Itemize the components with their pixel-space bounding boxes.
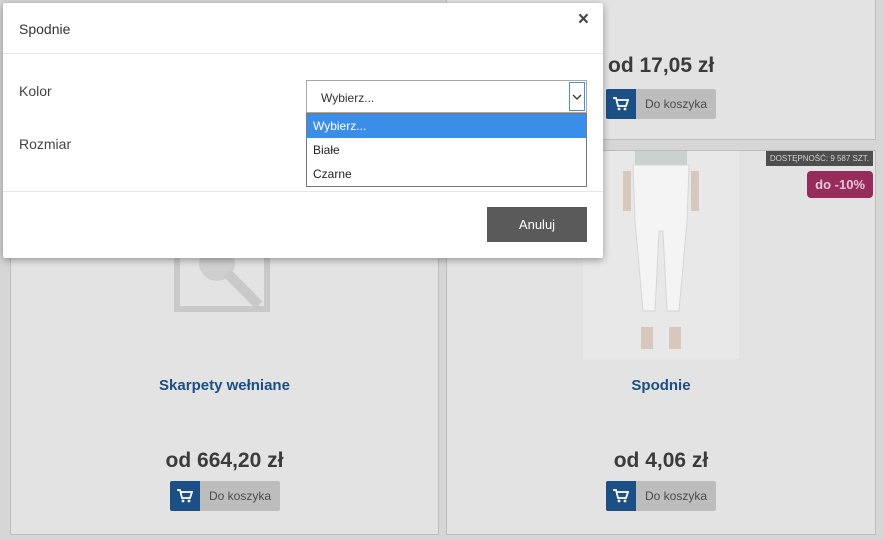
color-label: Kolor — [19, 83, 52, 99]
dropdown-option[interactable]: Wybierz... — [307, 114, 586, 138]
add-to-cart-button[interactable]: Do koszyka — [606, 481, 716, 511]
add-to-cart-button[interactable]: Do koszyka — [606, 89, 716, 119]
color-select[interactable]: Wybierz... — [306, 80, 587, 113]
product-price: od 4,06 zł — [613, 449, 709, 472]
modal-title: Spodnie — [19, 21, 71, 37]
color-dropdown-list: Wybierz... Białe Czarne — [306, 113, 587, 187]
chevron-down-icon[interactable] — [569, 82, 585, 111]
product-title-link[interactable]: Spodnie — [447, 377, 875, 394]
color-select-value: Wybierz... — [321, 91, 375, 105]
cart-button-label: Do koszyka — [200, 481, 280, 511]
modal-header: Spodnie × — [3, 3, 603, 54]
pants-photo-icon — [583, 151, 739, 359]
product-title-link[interactable]: Skarpety wełniane — [11, 377, 438, 394]
product-options-modal: Spodnie × Kolor Wybierz... Wybierz... Bi… — [3, 3, 603, 258]
cart-icon — [606, 481, 636, 511]
product-photo[interactable] — [583, 151, 739, 359]
cart-icon — [606, 89, 636, 119]
discount-badge: do -10% — [807, 171, 873, 198]
dropdown-option[interactable]: Białe — [307, 138, 586, 162]
product-price: od 664,20 zł — [165, 449, 284, 472]
add-to-cart-button[interactable]: Do koszyka — [170, 481, 280, 511]
modal-divider — [3, 191, 603, 192]
cart-button-label: Do koszyka — [636, 89, 716, 119]
close-icon[interactable]: × — [578, 9, 589, 31]
dropdown-option[interactable]: Czarne — [307, 162, 586, 186]
cart-icon — [170, 481, 200, 511]
cart-button-label: Do koszyka — [636, 481, 716, 511]
availability-badge: DOSTĘPNOŚĆ: 9 587 SZT. — [765, 151, 873, 166]
cancel-button[interactable]: Anuluj — [487, 207, 587, 242]
size-label: Rozmiar — [19, 136, 72, 152]
